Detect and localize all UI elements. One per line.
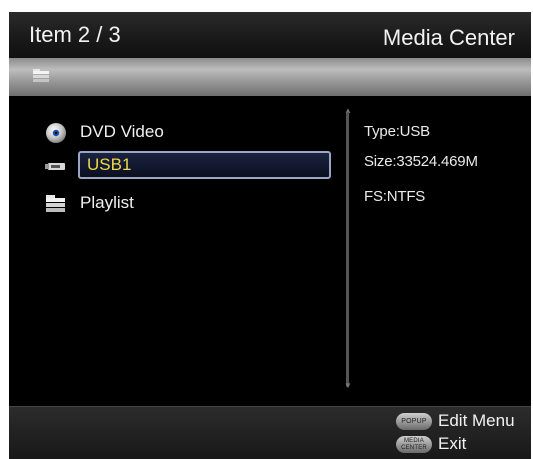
header-bar: Item 2 / 3 Media Center: [9, 12, 531, 59]
disc-icon: [44, 121, 68, 143]
folder-icon: [32, 67, 50, 90]
list-item-usb1[interactable]: USB1: [44, 151, 334, 181]
key-line-1: MEDIA: [403, 438, 424, 444]
item-counter: Item 2 / 3: [29, 22, 121, 47]
scroll-down-icon: ▼: [344, 381, 352, 390]
key-line-2: CENTER: [401, 445, 427, 451]
hint-label: Exit: [438, 434, 467, 453]
popup-key-icon: POPUP: [396, 413, 432, 430]
list-item-label: DVD Video: [80, 122, 164, 141]
hint-label: Edit Menu: [438, 411, 515, 430]
list-item-label: Playlist: [80, 193, 134, 212]
media-center-screen: Item 2 / 3 Media Center DVD Video USB1 P…: [9, 12, 531, 459]
app-title: Media Center: [382, 25, 515, 50]
list-item-playlist[interactable]: Playlist: [44, 189, 334, 219]
panel-divider: [346, 112, 349, 387]
media-center-key-icon: MEDIA CENTER: [396, 436, 432, 453]
info-type: Type:USB: [364, 123, 430, 140]
usb-drive-icon: [44, 154, 68, 176]
folder-icon: [44, 192, 68, 214]
list-item-label: USB1: [87, 155, 132, 174]
list-item-dvd-video[interactable]: DVD Video: [44, 118, 334, 148]
info-size: Size:33524.469M: [364, 153, 478, 170]
info-filesystem: FS:NTFS: [364, 188, 426, 205]
device-list: DVD Video USB1 Playlist: [9, 96, 531, 406]
footer-bar: POPUP Edit Menu MEDIA CENTER Exit: [9, 406, 531, 459]
path-bar: [9, 58, 531, 96]
